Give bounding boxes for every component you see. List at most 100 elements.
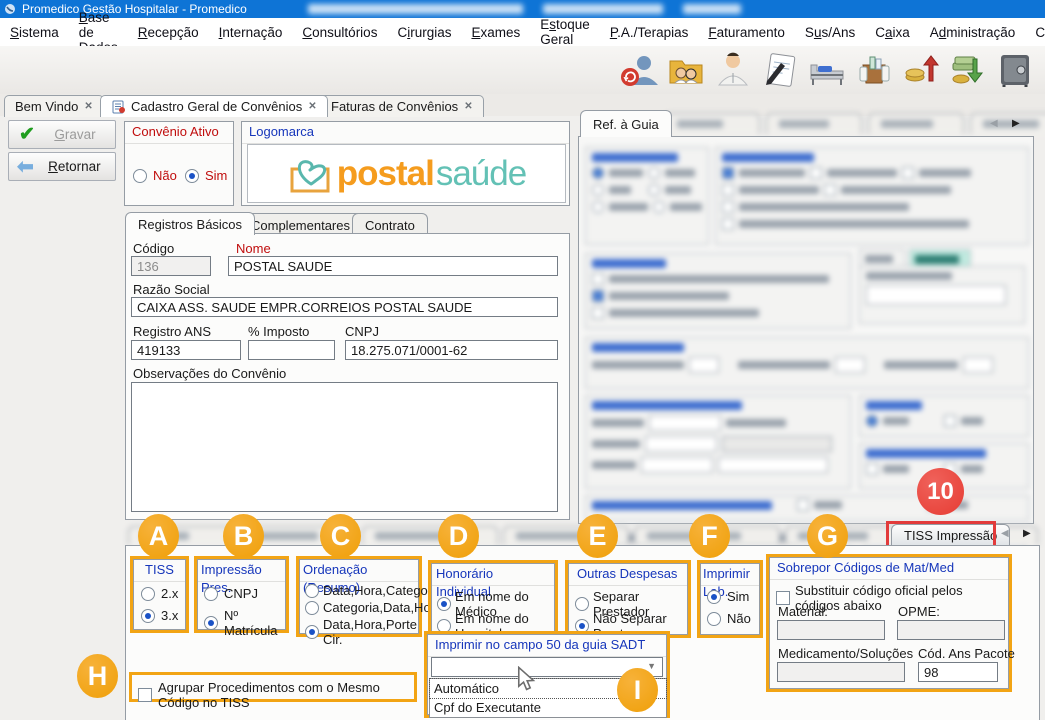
redacted-date-text [683, 4, 741, 14]
agrupar-checkbox[interactable] [138, 688, 152, 702]
menu-item-internacao[interactable]: Internação [209, 21, 293, 44]
gravar-button[interactable]: ✔ Gravar [8, 120, 116, 149]
ordenacao-option-2[interactable]: Categoria,Data,Hora [305, 600, 442, 615]
sim-label: Sim [205, 168, 227, 183]
substituir-checkbox[interactable] [776, 591, 790, 605]
tiss-option-3x[interactable]: 3.x [141, 608, 178, 623]
tab-label: Cadastro Geral de Convênios [131, 99, 302, 114]
ordenacao-option-3[interactable]: Data,Hora,Porte Cir. [305, 617, 418, 647]
logo-word-saude: saúde [436, 154, 526, 194]
impressao-pres-highlight: Impressão Pres. CNPJ Nº Matrícula [194, 556, 289, 633]
observacoes-textarea[interactable] [131, 382, 558, 512]
imprimir-lab-highlight: Imprimir Lab. Sim Não [697, 560, 763, 638]
menu-item-cirurgias[interactable]: Cirurgias [387, 21, 461, 44]
imposto-label: % Imposto [248, 324, 309, 339]
callout-10: 10 [917, 468, 964, 515]
imprimir-lab-title: Imprimir Lab. [701, 564, 759, 586]
sobrepor-group: Sobrepor Códigos de Mat/Med Substituir c… [769, 557, 1009, 689]
logomarca-title: Logomarca [242, 122, 569, 144]
check-icon: ✔ [19, 123, 35, 146]
close-tab-icon[interactable]: ✕ [84, 101, 92, 112]
doctor-icon[interactable] [713, 49, 753, 91]
tab-scroll-left-icon[interactable]: ◀ [990, 118, 998, 129]
tab-registros-basicos[interactable]: Registros Básicos [125, 212, 255, 235]
registro-ans-field[interactable]: 419133 [131, 340, 241, 360]
menu-item-recepcao[interactable]: Recepção [128, 21, 209, 44]
menu-item-caixa[interactable]: Caixa [865, 21, 920, 44]
convenio-ativo-nao-option[interactable]: Não [133, 168, 177, 183]
tab-scroll-right-icon[interactable]: ▶ [1012, 118, 1020, 129]
menu-item-exames[interactable]: Exames [461, 21, 530, 44]
supplies-box-icon[interactable] [854, 49, 894, 91]
impressao-pres-group: Impressão Pres. CNPJ Nº Matrícula [197, 559, 286, 630]
menu-item-pa-terapias[interactable]: P.A./Terapias [600, 21, 699, 44]
imprimir-lab-sim[interactable]: Sim [707, 589, 749, 604]
nome-field[interactable]: POSTAL SAUDE [228, 256, 558, 276]
razao-social-field[interactable]: CAIXA ASS. SAUDE EMPR.CORREIOS POSTAL SA… [131, 297, 558, 317]
imprimir-lab-nao[interactable]: Não [707, 611, 751, 626]
callout-i: I [617, 668, 658, 712]
document-pen-icon[interactable] [760, 49, 800, 91]
bottom-tab-scroll-right-icon[interactable]: ▶ [1023, 528, 1031, 539]
callout-a: A [138, 514, 179, 558]
registro-ans-label: Registro ANS [133, 324, 211, 339]
tab-ref-a-guia[interactable]: Ref. à Guia [580, 110, 672, 137]
menu-item-administracao[interactable]: Administração [920, 21, 1026, 44]
bottom-tab-scroll-left-icon[interactable]: ◀ [1001, 528, 1009, 539]
impressao-option-cnpj[interactable]: CNPJ [204, 586, 258, 601]
title-bar: Promedico Gestão Hospitalar - Promedico [0, 0, 1045, 18]
nome-label: Nome [236, 241, 271, 256]
callout-h: H [77, 654, 118, 698]
codigo-label: Código [133, 241, 174, 256]
tab-cadastro-geral-de-convenios[interactable]: Cadastro Geral de Convênios ✕ [100, 95, 328, 117]
tab-bem-vindo[interactable]: Bem Vindo ✕ [4, 95, 104, 117]
menu-item-custo[interactable]: Custo [1025, 21, 1045, 44]
menu-item-sus-ans[interactable]: Sus/Ans [795, 21, 865, 44]
close-tab-icon[interactable]: ✕ [308, 101, 316, 112]
tab-label: Bem Vindo [15, 99, 78, 114]
patients-folder-icon[interactable] [666, 49, 706, 91]
menu-item-consultorios[interactable]: Consultórios [292, 21, 387, 44]
cnpj-field[interactable]: 18.275.071/0001-62 [345, 340, 558, 360]
radio-sim[interactable] [185, 169, 199, 183]
close-tab-icon[interactable]: ✕ [464, 101, 472, 112]
impressao-pres-title: Impressão Pres. [198, 560, 285, 582]
ordenacao-highlight: Ordenação (Resumo) Data,Hora,Categoria C… [296, 556, 422, 637]
radio-nao[interactable] [133, 169, 147, 183]
redacted-version-text [308, 4, 523, 14]
hospital-bed-icon[interactable] [807, 49, 847, 91]
medicamento-field [777, 662, 905, 682]
postalsaude-logo-icon [287, 153, 335, 195]
sobrepor-title: Sobrepor Códigos de Mat/Med [770, 558, 1008, 580]
menu-item-faturamento[interactable]: Faturamento [698, 21, 795, 44]
outras-despesas-title: Outras Despesas [569, 564, 687, 586]
redacted-tabs [664, 113, 1045, 134]
opme-label: OPME: [898, 604, 940, 619]
logomarca-group: Logomarca postal saúde [241, 121, 570, 206]
impressao-option-matricula[interactable]: Nº Matrícula [204, 608, 285, 638]
logo-image: postal saúde [247, 144, 566, 203]
right-config-panel: Ref. à Guia ◀ ▶ [578, 110, 1036, 524]
codigo-field: 136 [131, 256, 211, 276]
menu-item-sistema[interactable]: Sistema [0, 21, 69, 44]
pacote-field[interactable]: 98 [918, 662, 998, 682]
opme-field [897, 620, 1005, 640]
money-down-icon[interactable] [948, 49, 988, 91]
imposto-field[interactable] [248, 340, 335, 360]
user-sync-icon[interactable] [619, 49, 659, 91]
agrupar-checkbox-row[interactable]: Agrupar Procedimentos com o Mesmo Código… [138, 680, 414, 710]
tiss-highlight: TISS 2.x 3.x [130, 556, 189, 633]
tiss-option-2x[interactable]: 2.x [141, 586, 178, 601]
agrupar-highlight: Agrupar Procedimentos com o Mesmo Código… [129, 672, 417, 702]
cnpj-label: CNPJ [345, 324, 379, 339]
honorario-highlight: Honorário Individual Em nome do Médico E… [428, 560, 558, 638]
outras-despesas-highlight: Outras Despesas Separar Prestador Não Se… [565, 560, 691, 638]
combo-dropdown-arrow-icon[interactable]: ▼ [647, 661, 656, 671]
menu-bar: Sistema Base de Dados Recepção Internaçã… [0, 18, 1045, 46]
ordenacao-option-1[interactable]: Data,Hora,Categoria [305, 583, 442, 598]
retornar-button[interactable]: ⬅ Retornar [8, 152, 116, 181]
safe-icon[interactable] [995, 49, 1035, 91]
sobrepor-highlight: Sobrepor Códigos de Mat/Med Substituir c… [766, 554, 1012, 692]
convenio-ativo-sim-option[interactable]: Sim [185, 168, 227, 183]
money-up-icon[interactable] [901, 49, 941, 91]
